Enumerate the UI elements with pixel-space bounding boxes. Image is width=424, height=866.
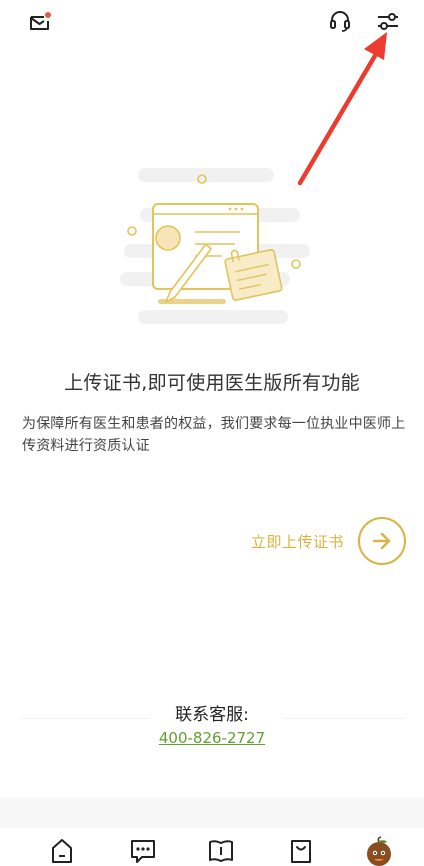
top-bar xyxy=(0,0,424,44)
bag-icon xyxy=(291,840,311,863)
tab-messages[interactable] xyxy=(127,836,159,866)
book-icon xyxy=(209,840,233,862)
contact-phone-link[interactable]: 400-826-2727 xyxy=(0,729,424,747)
settings-filter-button[interactable] xyxy=(372,6,404,36)
upload-certificate-button[interactable]: 立即上传证书 xyxy=(251,517,406,565)
bottom-tab-bar xyxy=(0,828,424,866)
tab-shop[interactable] xyxy=(285,836,317,866)
certificate-illustration xyxy=(120,168,310,324)
sliders-icon xyxy=(378,13,398,30)
home-icon xyxy=(52,839,72,863)
arrow-right-icon xyxy=(372,532,391,550)
customer-service-button[interactable] xyxy=(325,6,355,36)
profile-avatar-icon xyxy=(367,836,391,866)
tab-profile[interactable] xyxy=(363,836,395,866)
headset-icon xyxy=(330,11,350,32)
arrow-right-circle[interactable] xyxy=(358,517,406,565)
mail-icon xyxy=(30,12,51,30)
page-description: 为保障所有医生和患者的权益，我们要求每一位执业中医师上传资料进行资质认证 xyxy=(22,416,406,454)
upload-certificate-label[interactable]: 立即上传证书 xyxy=(251,531,344,552)
chat-icon xyxy=(131,840,155,863)
page-headline: 上传证书,即可使用医生版所有功能 xyxy=(64,372,360,394)
tab-library[interactable] xyxy=(205,836,237,866)
divider-band xyxy=(0,798,424,828)
mail-button[interactable] xyxy=(26,7,54,35)
notification-dot xyxy=(45,12,51,18)
tab-home[interactable] xyxy=(46,836,78,866)
contact-title: 联系客服: xyxy=(175,705,249,725)
